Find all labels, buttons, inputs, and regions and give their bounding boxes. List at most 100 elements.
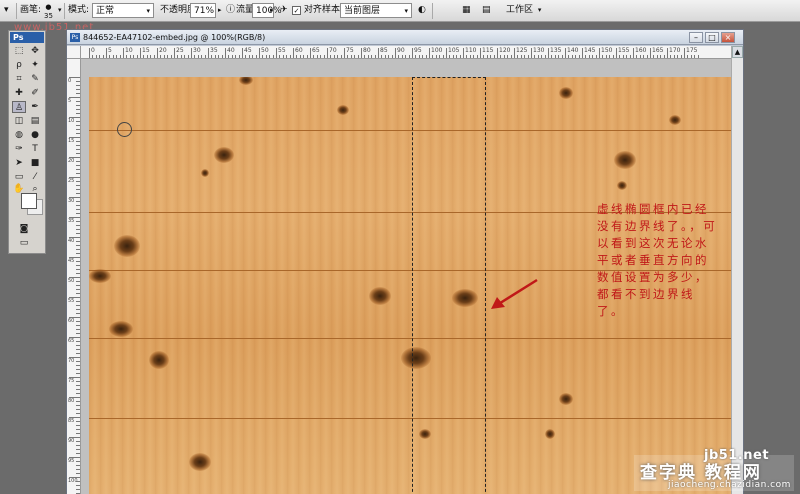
healing-brush-icon[interactable]: ✚ bbox=[12, 87, 26, 99]
wood-knot bbox=[189, 453, 211, 471]
ps-logo: Ps bbox=[10, 32, 44, 43]
toolbox: Ps ⬚ ✥ ρ ✦ ⌗ ✎ ✚ ✐ ♙ ✒ ◫ ▤ ◍ ● ✑ T ➤ ■ ▭… bbox=[8, 30, 46, 254]
ruler-label: 60 bbox=[295, 47, 303, 54]
horizontal-ruler[interactable]: 0 5 10 15 20 25 30 35 40 45 50 55 60 65 70 75 80 85 90 95 10… bbox=[81, 46, 731, 59]
ruler-label: 50 bbox=[261, 47, 269, 54]
ruler-label: 110 bbox=[465, 47, 477, 54]
ruler-label: 0 bbox=[91, 47, 95, 54]
ruler-tick bbox=[446, 48, 447, 58]
brush-preset-picker[interactable]: ● 35 bbox=[44, 3, 53, 20]
vertical-scrollbar[interactable]: ▲ bbox=[731, 46, 743, 494]
plank bbox=[89, 77, 731, 131]
sample-value: 当前图层 bbox=[344, 6, 381, 16]
selection-marquee[interactable] bbox=[412, 77, 486, 494]
clone-stamp-icon[interactable]: ♙ bbox=[12, 101, 26, 113]
align-checkbox[interactable]: ✓ 对齐 bbox=[292, 3, 322, 18]
minimize-button[interactable]: – bbox=[689, 32, 703, 43]
ruler-label: 165 bbox=[652, 47, 664, 54]
notes-tool-icon[interactable]: ▭ bbox=[12, 171, 26, 183]
opacity-slider-caret-icon[interactable]: ▸ bbox=[218, 3, 222, 18]
ruler-label: 130 bbox=[533, 47, 545, 54]
screen-mode-icon[interactable]: ▭ bbox=[17, 237, 31, 249]
ruler-label: 90 bbox=[68, 438, 75, 444]
ruler-label: 10 bbox=[125, 47, 133, 54]
history-brush-icon[interactable]: ✒ bbox=[28, 101, 42, 113]
flow-slider-caret-icon[interactable]: ▸ bbox=[270, 3, 274, 18]
vertical-ruler[interactable]: 0 5 10 15 20 25 30 35 40 45 50 55 60 65 70 75 80 85 90 95 10… bbox=[67, 59, 81, 494]
marquee-tool-icon[interactable]: ⬚ bbox=[12, 45, 26, 57]
sample-select[interactable]: 当前图层 ▾ bbox=[340, 3, 412, 18]
crop-tool-icon[interactable]: ⌗ bbox=[12, 73, 26, 85]
ruler-origin[interactable] bbox=[67, 46, 81, 59]
workspace-menu[interactable]: 工作区 ▾ bbox=[506, 3, 541, 18]
ruler-tick bbox=[684, 48, 685, 58]
shape-tool-icon[interactable]: ■ bbox=[28, 157, 42, 169]
clone-stamp-cursor bbox=[117, 122, 132, 137]
opacity-input[interactable]: 71% bbox=[190, 3, 216, 18]
brush-palette-icon[interactable]: ▦ bbox=[462, 3, 471, 18]
ruler-tick bbox=[514, 48, 515, 58]
dodge-tool-icon[interactable]: ● bbox=[28, 129, 42, 141]
ruler-label: 70 bbox=[329, 47, 337, 54]
tool-preset-picker[interactable]: ▾ bbox=[4, 3, 9, 18]
wood-image: 虚线椭圆框内已经没有边界线了。，可以看到这次无论水平或者垂直方向的数值设置为多少… bbox=[89, 77, 731, 494]
ruler-tick bbox=[106, 48, 107, 58]
ruler-label: 85 bbox=[380, 47, 388, 54]
wood-knot bbox=[617, 181, 627, 190]
ignore-adjustment-layers-icon[interactable]: ◐ bbox=[418, 3, 426, 18]
document-title-bar[interactable]: Ps 844652-EA47102-embed.jpg @ 100%(RGB/8… bbox=[67, 30, 743, 45]
maximize-button[interactable]: □ bbox=[705, 32, 719, 43]
gradient-icon[interactable]: ▤ bbox=[28, 115, 42, 127]
chevron-down-icon: ▾ bbox=[146, 7, 150, 15]
airbrush-icon[interactable]: ✈ bbox=[280, 3, 288, 18]
ruler-label: 55 bbox=[68, 298, 75, 304]
ruler-label: 85 bbox=[68, 418, 75, 424]
wood-knot bbox=[114, 235, 140, 257]
ruler-label: 115 bbox=[482, 47, 494, 54]
eraser-icon[interactable]: ◫ bbox=[12, 115, 26, 127]
wood-knot bbox=[545, 429, 555, 439]
annotation-text: 虚线椭圆框内已经没有边界线了。，可以看到这次无论水平或者垂直方向的数值设置为多少… bbox=[597, 202, 718, 318]
ruler-label: 120 bbox=[499, 47, 511, 54]
pressure-opacity-icon[interactable]: ⓘ bbox=[226, 3, 235, 18]
ruler-label: 80 bbox=[363, 47, 371, 54]
ruler-label: 175 bbox=[686, 47, 698, 54]
brush-dropdown-caret-icon[interactable]: ▾ bbox=[58, 3, 62, 18]
chevron-down-icon: ▾ bbox=[537, 6, 542, 14]
ruler-tick bbox=[497, 48, 498, 58]
wood-knot bbox=[89, 269, 111, 283]
ruler-label: 55 bbox=[278, 47, 286, 54]
type-tool-icon[interactable]: T bbox=[28, 143, 42, 155]
wood-knot bbox=[109, 321, 133, 337]
foreground-color-swatch[interactable] bbox=[21, 193, 37, 209]
quick-mask-icon[interactable]: ◙ bbox=[17, 223, 31, 235]
ruler-label: 160 bbox=[635, 47, 647, 54]
ruler-label: 75 bbox=[68, 378, 75, 384]
ruler-label: 170 bbox=[669, 47, 681, 54]
blur-tool-icon[interactable]: ◍ bbox=[12, 129, 26, 141]
tool-preset-icon[interactable]: ▤ bbox=[482, 3, 491, 18]
chevron-down-icon: ▾ bbox=[404, 7, 408, 15]
brush-tool-icon[interactable]: ✐ bbox=[28, 87, 42, 99]
move-tool-icon[interactable]: ✥ bbox=[28, 45, 42, 57]
mode-value: 正常 bbox=[96, 6, 115, 16]
ps-document-icon: Ps bbox=[70, 33, 80, 42]
magic-wand-icon[interactable]: ✦ bbox=[28, 59, 42, 71]
ruler-label: 25 bbox=[176, 47, 184, 54]
ruler-label: 30 bbox=[193, 47, 201, 54]
ruler-tick bbox=[463, 48, 464, 58]
document-window: Ps 844652-EA47102-embed.jpg @ 100%(RGB/8… bbox=[66, 29, 744, 494]
ruler-tick bbox=[174, 48, 175, 58]
wood-knot bbox=[559, 393, 573, 405]
slice-tool-icon[interactable]: ✎ bbox=[28, 73, 42, 85]
mode-select[interactable]: 正常 ▾ bbox=[92, 3, 154, 18]
eyedropper-icon[interactable]: ⁄ bbox=[28, 171, 42, 183]
ruler-tick bbox=[429, 48, 430, 58]
lasso-tool-icon[interactable]: ρ bbox=[12, 59, 26, 71]
close-button[interactable]: × bbox=[721, 32, 735, 43]
scroll-up-icon[interactable]: ▲ bbox=[732, 46, 743, 58]
canvas-area[interactable]: 虚线椭圆框内已经没有边界线了。，可以看到这次无论水平或者垂直方向的数值设置为多少… bbox=[81, 59, 731, 494]
path-select-icon[interactable]: ➤ bbox=[12, 157, 26, 169]
pen-tool-icon[interactable]: ✑ bbox=[12, 143, 26, 155]
ruler-label: 40 bbox=[68, 238, 75, 244]
